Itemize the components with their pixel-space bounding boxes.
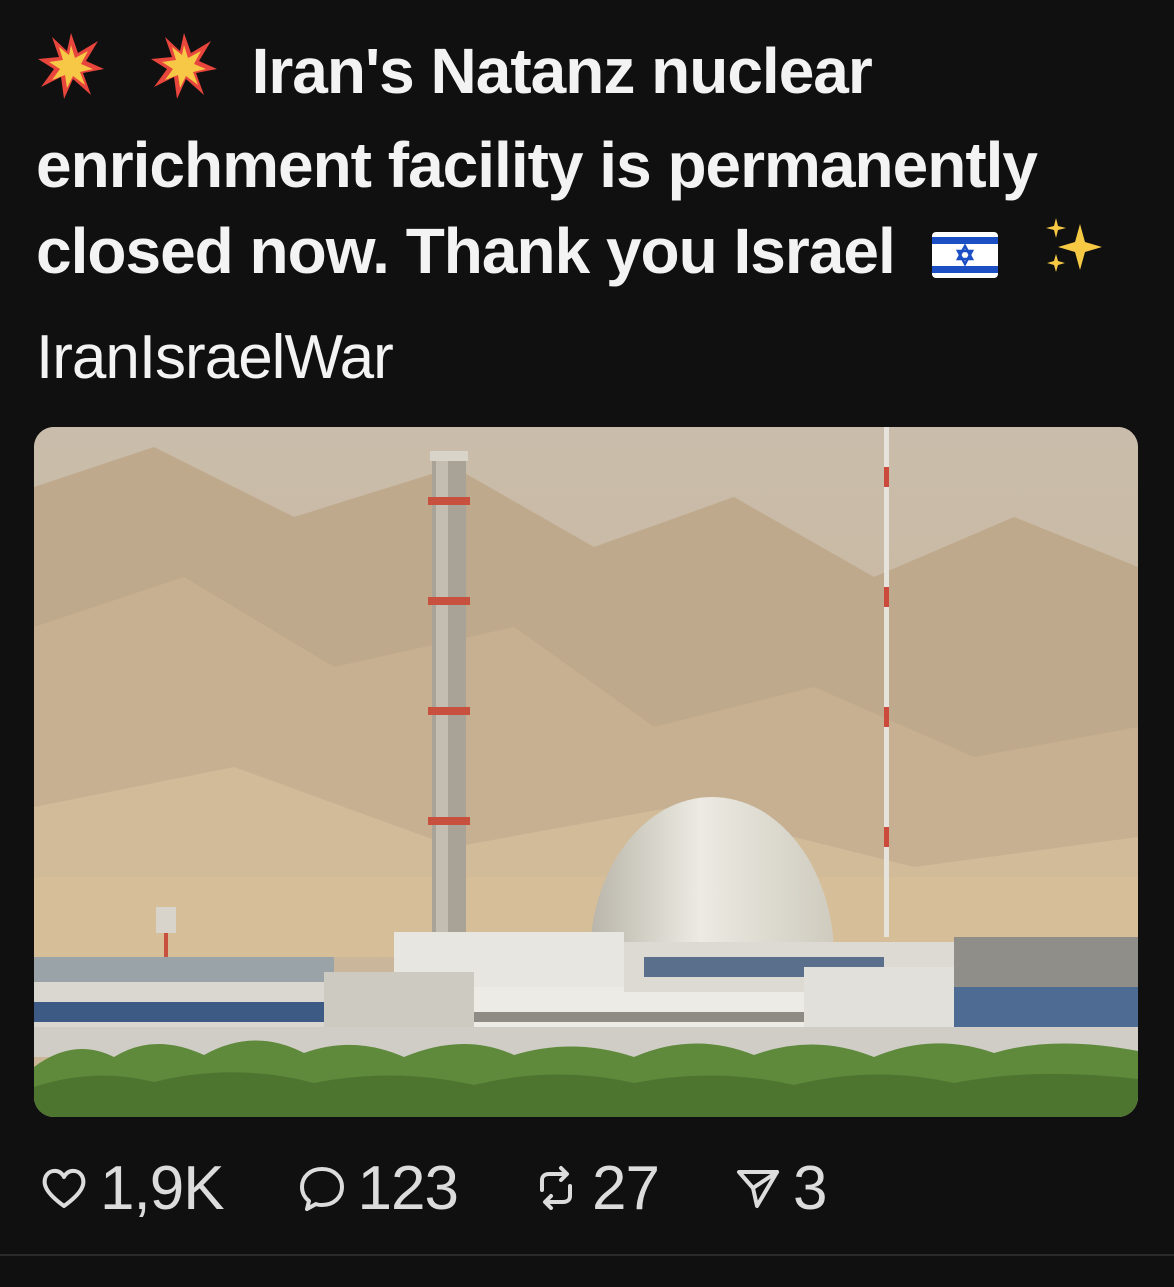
- send-icon: [736, 1170, 779, 1208]
- reply-button[interactable]: 123: [294, 1153, 459, 1224]
- post-image[interactable]: [34, 427, 1138, 1117]
- repost-icon: [540, 1166, 572, 1210]
- like-button[interactable]: 1,9K: [36, 1153, 225, 1224]
- collision-emoji-icon: [36, 31, 106, 122]
- comment-icon: [299, 1167, 344, 1211]
- divider: [0, 1254, 1174, 1256]
- post-text-line-3: closed now. Thank you Israel: [36, 208, 1136, 299]
- post-text-line-2: enrichment facility is permanently: [36, 128, 1038, 201]
- sparkles-emoji-icon: [1042, 213, 1106, 299]
- post-text-line-1-text: Iran's Natanz nuclear: [251, 35, 873, 107]
- post-text: Iran's Natanz nuclear enrichment facilit…: [36, 28, 1136, 299]
- post-actions: 1,9K 123 27 3: [36, 1150, 896, 1226]
- like-count: 1,9K: [100, 1153, 225, 1223]
- post-text-line-3-text: closed now. Thank you Israel: [36, 214, 896, 287]
- post-text-line-1: Iran's Natanz nuclear: [36, 28, 1136, 122]
- repost-button[interactable]: 27: [528, 1153, 660, 1224]
- share-count: 3: [792, 1153, 827, 1223]
- israel-flag-icon: [931, 213, 998, 299]
- heart-icon: [42, 1168, 86, 1208]
- reply-count: 123: [357, 1153, 459, 1223]
- hashtag-link[interactable]: IranIsraelWar: [36, 318, 394, 398]
- repost-count: 27: [592, 1153, 660, 1223]
- share-button[interactable]: 3: [729, 1153, 827, 1224]
- collision-emoji-icon: [149, 31, 219, 122]
